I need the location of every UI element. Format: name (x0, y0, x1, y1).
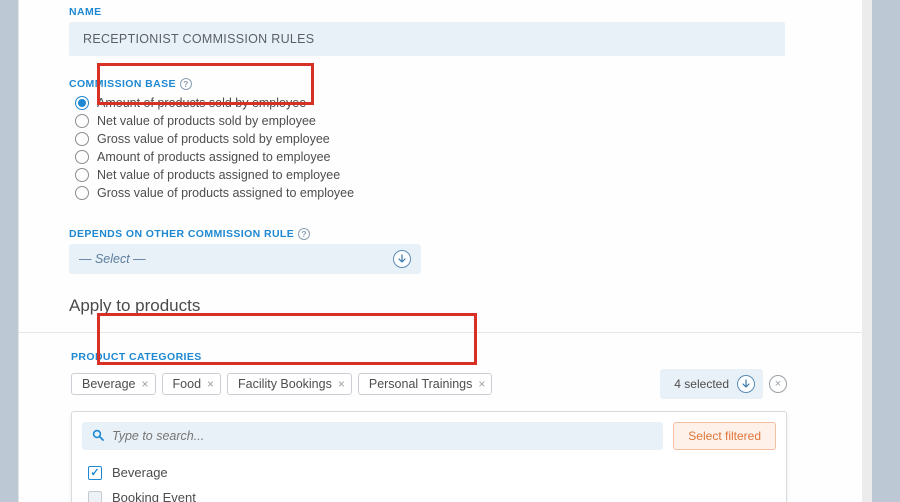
selected-count: 4 selected (674, 377, 729, 391)
help-icon[interactable]: ? (298, 228, 310, 240)
chevron-down-icon (393, 250, 411, 268)
depends-label-text: DEPENDS ON OTHER COMMISSION RULE (69, 228, 294, 240)
select-filtered-button[interactable]: Select filtered (673, 422, 776, 450)
depends-placeholder: — Select — (79, 252, 146, 266)
option-label: Beverage (112, 465, 168, 480)
radio-label: Gross value of products assigned to empl… (97, 186, 354, 200)
search-input[interactable] (112, 429, 653, 443)
option-label: Booking Event (112, 490, 196, 502)
radio-icon (75, 150, 89, 164)
checkbox-icon (88, 491, 102, 502)
radio-label: Net value of products assigned to employ… (97, 168, 340, 182)
settings-panel: NAME COMMISSION BASE ? Amount of product… (18, 0, 872, 502)
search-icon (92, 429, 104, 444)
depends-label: DEPENDS ON OTHER COMMISSION RULE ? (69, 228, 821, 240)
scrollbar[interactable] (862, 0, 872, 502)
chevron-down-icon (737, 375, 755, 393)
chip-personal-trainings[interactable]: Personal Trainings × (358, 373, 493, 395)
chip-label: Food (173, 377, 202, 391)
commission-base-label-text: COMMISSION BASE (69, 78, 176, 90)
close-icon[interactable]: × (478, 377, 485, 391)
categories-dropdown: Select filtered ✓ Beverage Booking Event… (71, 411, 787, 502)
radio-label: Net value of products sold by employee (97, 114, 316, 128)
radio-icon (75, 132, 89, 146)
close-icon[interactable]: × (207, 377, 214, 391)
radio-icon (75, 168, 89, 182)
depends-select[interactable]: — Select — (69, 244, 421, 274)
radio-label: Amount of products assigned to employee (97, 150, 330, 164)
commission-option-4[interactable]: Net value of products assigned to employ… (75, 166, 821, 184)
commission-base-label: COMMISSION BASE ? (69, 78, 821, 90)
name-label: NAME (69, 6, 821, 18)
radio-icon (75, 96, 89, 110)
option-booking-event[interactable]: Booking Event (72, 485, 786, 502)
chip-label: Beverage (82, 377, 136, 391)
radio-label: Gross value of products sold by employee (97, 132, 330, 146)
help-icon[interactable]: ? (180, 78, 192, 90)
commission-option-5[interactable]: Gross value of products assigned to empl… (75, 184, 821, 202)
close-icon[interactable]: × (338, 377, 345, 391)
clear-icon[interactable]: × (769, 375, 787, 393)
chip-food[interactable]: Food × (162, 373, 222, 395)
radio-icon (75, 114, 89, 128)
chip-label: Personal Trainings (369, 377, 473, 391)
commission-option-0[interactable]: Amount of products sold by employee (75, 94, 821, 112)
chip-facility-bookings[interactable]: Facility Bookings × (227, 373, 352, 395)
categories-label: PRODUCT CATEGORIES (71, 351, 821, 363)
checkbox-icon: ✓ (88, 466, 102, 480)
commission-option-3[interactable]: Amount of products assigned to employee (75, 148, 821, 166)
section-title: Apply to products (19, 284, 871, 333)
radio-icon (75, 186, 89, 200)
chip-beverage[interactable]: Beverage × (71, 373, 156, 395)
option-beverage[interactable]: ✓ Beverage (72, 460, 786, 485)
radio-label: Amount of products sold by employee (97, 96, 306, 110)
commission-option-2[interactable]: Gross value of products sold by employee (75, 130, 821, 148)
name-input[interactable] (69, 22, 785, 56)
search-input-wrap[interactable] (82, 422, 663, 450)
categories-summary[interactable]: 4 selected (660, 369, 763, 399)
chip-label: Facility Bookings (238, 377, 332, 391)
close-icon[interactable]: × (142, 377, 149, 391)
commission-option-1[interactable]: Net value of products sold by employee (75, 112, 821, 130)
selected-chips: Beverage × Food × Facility Bookings × (71, 369, 492, 399)
